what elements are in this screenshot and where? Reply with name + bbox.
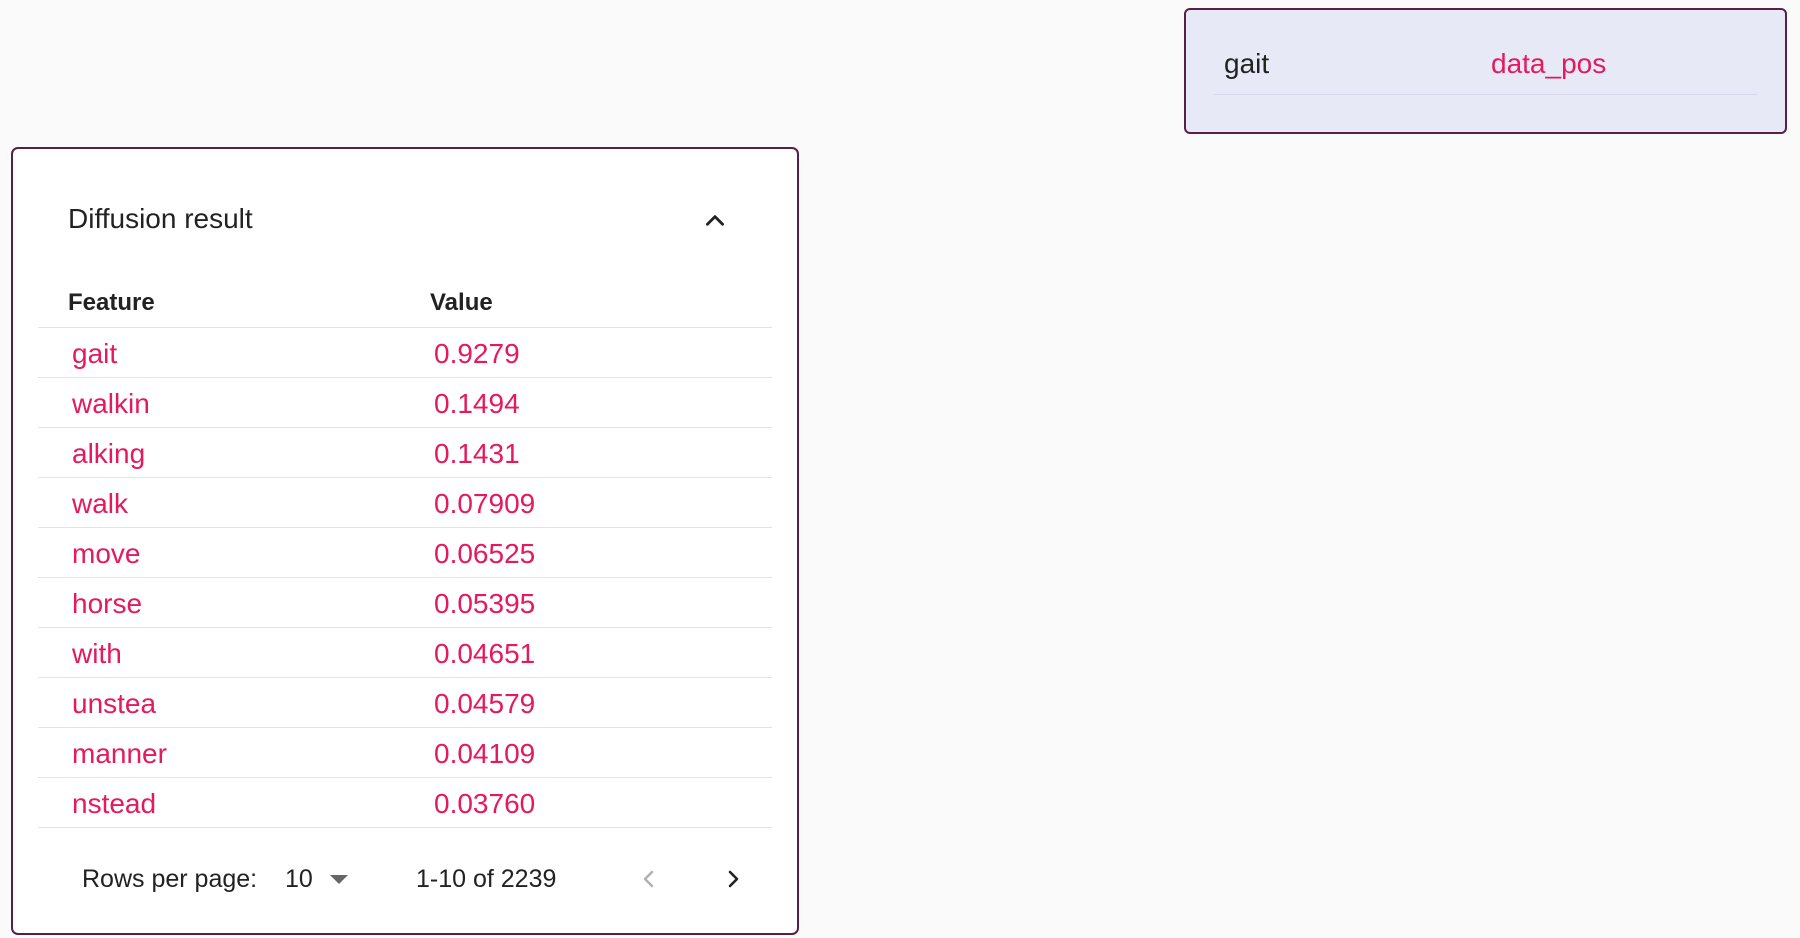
value-cell: 0.04109 <box>434 738 536 769</box>
info-value-link[interactable]: data_pos <box>1491 48 1606 80</box>
table-row[interactable]: manner 0.04109 <box>38 728 772 778</box>
feature-cell: nstead <box>72 788 157 819</box>
diffusion-result-card: Diffusion result Feature Value gait 0.92… <box>11 147 799 935</box>
table-row[interactable]: alking 0.1431 <box>38 428 772 478</box>
value-cell: 0.03760 <box>434 788 536 819</box>
feature-cell: manner <box>72 738 167 769</box>
caret-down-icon <box>330 875 348 884</box>
card-title: Diffusion result <box>68 203 253 234</box>
column-header-feature: Feature <box>68 289 155 316</box>
results-table: Feature Value gait 0.9279 walkin 0.1494 … <box>38 271 772 828</box>
value-cell: 0.1431 <box>434 438 520 469</box>
feature-cell: move <box>72 538 141 569</box>
feature-cell: gait <box>72 338 118 369</box>
value-cell: 0.06525 <box>434 538 536 569</box>
collapse-button[interactable] <box>699 205 731 237</box>
rows-per-page-select[interactable]: 10 <box>285 857 355 901</box>
rows-per-page-value: 10 <box>285 865 313 893</box>
value-cell: 0.04651 <box>434 638 536 669</box>
value-cell: 0.1494 <box>434 388 520 419</box>
table-row[interactable]: horse 0.05395 <box>38 578 772 628</box>
chevron-up-icon <box>706 215 724 226</box>
table-header: Feature Value <box>38 271 772 328</box>
table-row[interactable]: walk 0.07909 <box>38 478 772 528</box>
table-row[interactable]: move 0.06525 <box>38 528 772 578</box>
previous-page-button[interactable] <box>627 857 671 901</box>
next-page-button[interactable] <box>711 857 755 901</box>
table-row[interactable]: with 0.04651 <box>38 628 772 678</box>
info-row: gait data_pos <box>1214 34 1757 95</box>
feature-cell: with <box>72 638 122 669</box>
value-cell: 0.07909 <box>434 488 536 519</box>
table-row[interactable]: unstea 0.04579 <box>38 678 772 728</box>
rows-per-page-label: Rows per page: <box>82 865 258 893</box>
page-range-label: 1-10 of 2239 <box>416 865 557 893</box>
paginator: Rows per page: 10 1-10 of 2239 <box>13 849 801 909</box>
feature-cell: alking <box>72 438 146 469</box>
column-header-value: Value <box>430 289 493 316</box>
feature-cell: walkin <box>72 388 150 419</box>
info-key: gait <box>1224 48 1270 79</box>
table-row[interactable]: nstead 0.03760 <box>38 778 772 828</box>
feature-cell: horse <box>72 588 143 619</box>
feature-cell: unstea <box>72 688 157 719</box>
table-row[interactable]: gait 0.9279 <box>38 328 772 378</box>
info-card: gait data_pos <box>1184 8 1787 134</box>
feature-cell: walk <box>72 488 129 519</box>
chevron-left-icon <box>643 870 654 888</box>
value-cell: 0.9279 <box>434 338 520 369</box>
table-row[interactable]: walkin 0.1494 <box>38 378 772 428</box>
value-cell: 0.04579 <box>434 688 536 719</box>
chevron-right-icon <box>728 870 739 888</box>
value-cell: 0.05395 <box>434 588 536 619</box>
